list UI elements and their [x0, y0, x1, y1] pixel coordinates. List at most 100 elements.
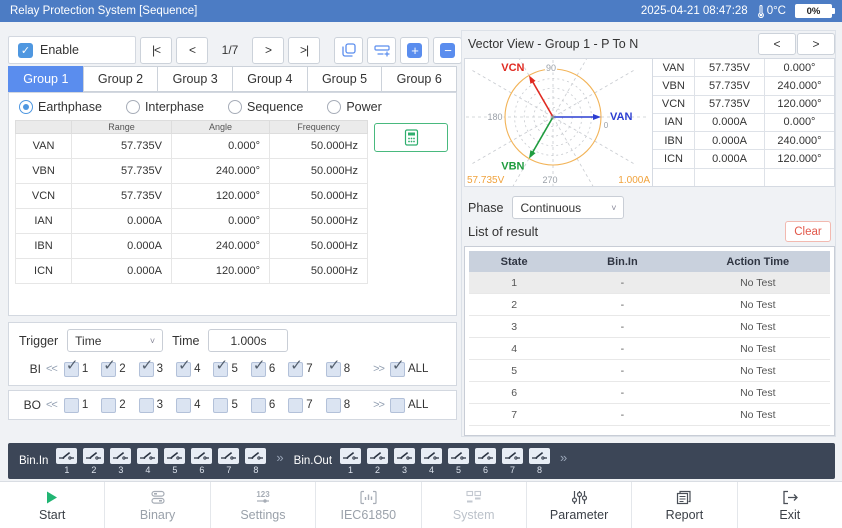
checkbox-icon[interactable]: [325, 356, 341, 377]
channel-value[interactable]: 50.000Hz: [269, 208, 368, 234]
tab-group-5[interactable]: Group 5: [306, 66, 383, 92]
prev-page-button[interactable]: <: [176, 36, 208, 64]
next-page-button[interactable]: >: [252, 36, 284, 64]
iec61850-button[interactable]: IEC61850: [316, 482, 422, 528]
switch-indicator[interactable]: [448, 447, 470, 464]
result-row[interactable]: 1 - No Test: [469, 272, 830, 294]
switch-indicator[interactable]: [340, 447, 362, 464]
enable-checkbox[interactable]: ✓: [18, 42, 33, 58]
channel-value[interactable]: 0.000A: [71, 258, 172, 284]
channel-value[interactable]: 240.000°: [171, 158, 270, 184]
switch-indicator[interactable]: [218, 447, 240, 464]
checkbox-icon[interactable]: [176, 356, 192, 377]
clear-button[interactable]: Clear: [785, 221, 831, 242]
radio-power[interactable]: Power: [327, 99, 382, 114]
switch-indicator[interactable]: [529, 447, 551, 464]
tab-group-4[interactable]: Group 4: [232, 66, 308, 92]
channel-value[interactable]: 0.000A: [71, 233, 172, 259]
switch-indicator[interactable]: [245, 447, 267, 464]
channel-value[interactable]: 0.000°: [171, 208, 270, 234]
tab-group-6[interactable]: Group 6: [381, 66, 458, 92]
channel-value[interactable]: 57.735V: [71, 183, 172, 209]
trigger-type-select[interactable]: Time ˅: [67, 329, 164, 352]
channel-value[interactable]: 50.000Hz: [269, 258, 368, 284]
switch-indicator[interactable]: [164, 447, 186, 464]
checkbox-icon[interactable]: [213, 397, 229, 413]
checkbox-icon[interactable]: [325, 397, 341, 413]
checkbox-icon[interactable]: [101, 356, 117, 377]
channel-value[interactable]: 0.000A: [71, 208, 172, 234]
result-row[interactable]: 3 - No Test: [469, 316, 830, 338]
radio-interphase[interactable]: Interphase: [125, 99, 204, 114]
copy-state-button[interactable]: [334, 36, 363, 64]
bin-in-channels: 1 2 3 4 5 6 7 8: [56, 447, 272, 475]
tab-group-1[interactable]: Group 1: [8, 66, 84, 92]
switch-indicator[interactable]: [475, 447, 497, 464]
tab-group-3[interactable]: Group 3: [157, 66, 234, 92]
bottom-toolbar: Start Binary 123 Settings IEC61850 Syste…: [0, 481, 842, 528]
add-state-button[interactable]: +: [400, 36, 429, 64]
checkbox-icon[interactable]: [288, 356, 304, 377]
settings-button[interactable]: 123 Settings: [211, 482, 317, 528]
result-row[interactable]: 4 - No Test: [469, 338, 830, 360]
vector-prev-button[interactable]: <: [758, 33, 796, 55]
radio-sequence[interactable]: Sequence: [228, 99, 303, 114]
channel-number: 1: [64, 464, 70, 475]
chevron-down-icon: ˅: [149, 335, 156, 346]
switch-indicator[interactable]: [137, 447, 159, 464]
checkbox-icon[interactable]: [250, 356, 266, 377]
vector-next-button[interactable]: >: [797, 33, 835, 55]
time-input[interactable]: 1.000s: [208, 329, 289, 352]
checkbox-icon[interactable]: [101, 397, 117, 413]
checkbox-icon[interactable]: [138, 356, 154, 377]
channel-value[interactable]: 50.000Hz: [269, 233, 368, 259]
channel-value[interactable]: 240.000°: [171, 233, 270, 259]
checkbox-icon[interactable]: [138, 397, 154, 413]
parameter-button[interactable]: Parameter: [527, 482, 633, 528]
first-page-button[interactable]: |<: [140, 36, 172, 64]
switch-indicator[interactable]: [367, 447, 389, 464]
checkbox-icon[interactable]: [250, 397, 266, 413]
checkbox-icon[interactable]: [288, 397, 304, 413]
radio-earthphase[interactable]: Earthphase: [19, 99, 102, 114]
channel-value[interactable]: 57.735V: [71, 133, 172, 159]
start-button[interactable]: Start: [0, 482, 106, 528]
binary-button[interactable]: Binary: [105, 482, 211, 528]
channel-value[interactable]: 120.000°: [171, 183, 270, 209]
channel-value[interactable]: 50.000Hz: [269, 183, 368, 209]
checkbox-icon[interactable]: [63, 356, 79, 377]
channel-value[interactable]: 0.000°: [171, 133, 270, 159]
system-button[interactable]: System: [422, 482, 527, 528]
phase-select[interactable]: Continuous ˅: [512, 196, 625, 219]
checkbox-icon[interactable]: [63, 397, 79, 413]
exit-button[interactable]: Exit: [738, 482, 842, 528]
calculator-button[interactable]: [374, 123, 448, 152]
channel-value[interactable]: 50.000Hz: [269, 133, 368, 159]
report-button[interactable]: Report: [632, 482, 738, 528]
result-row[interactable]: 7 - No Test: [469, 404, 830, 426]
switch-indicator[interactable]: [110, 447, 132, 464]
result-row[interactable]: 5 - No Test: [469, 360, 830, 382]
channel-value[interactable]: 120.000°: [171, 258, 270, 284]
channel-value[interactable]: 50.000Hz: [269, 158, 368, 184]
checkbox-icon[interactable]: [176, 397, 192, 413]
checkbox-icon[interactable]: [389, 397, 405, 413]
switch-indicator[interactable]: [421, 447, 443, 464]
switch-indicator[interactable]: [394, 447, 416, 464]
switch-open-icon: [167, 451, 183, 460]
channel-value[interactable]: 57.735V: [71, 158, 172, 184]
switch-indicator[interactable]: [502, 447, 524, 464]
switch-indicator[interactable]: [56, 447, 78, 464]
result-row[interactable]: 2 - No Test: [469, 294, 830, 316]
insert-state-button[interactable]: [367, 36, 396, 64]
checkbox-icon[interactable]: [389, 356, 405, 377]
vector-table-row: VBN 57.735V 240.000°: [653, 77, 834, 96]
switch-indicator[interactable]: [191, 447, 213, 464]
result-row[interactable]: 6 - No Test: [469, 382, 830, 404]
checkbox-icon[interactable]: [213, 356, 229, 377]
bin-in-5: 5: [164, 447, 186, 475]
tab-group-2[interactable]: Group 2: [82, 66, 159, 92]
switch-indicator[interactable]: [83, 447, 105, 464]
last-page-button[interactable]: >|: [288, 36, 320, 64]
remove-state-button[interactable]: −: [433, 36, 462, 64]
